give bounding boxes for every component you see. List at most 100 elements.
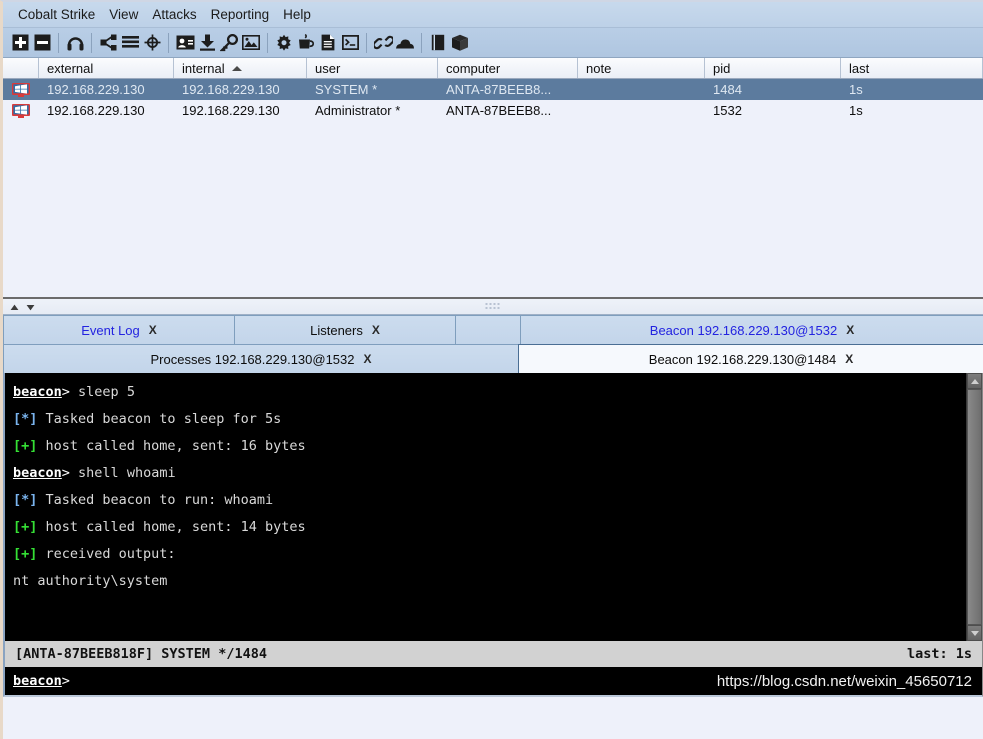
- tab-close-icon[interactable]: X: [372, 323, 380, 337]
- column-header-last[interactable]: last: [841, 58, 983, 78]
- menu-item-attacks[interactable]: Attacks: [145, 5, 203, 24]
- column-header-external[interactable]: external: [39, 58, 174, 78]
- beacon-command-bar[interactable]: beacon > https://blog.csdn.net/weixin_456…: [3, 667, 983, 697]
- status-target-label: [ANTA-87BEEB818F] SYSTEM */1484: [15, 646, 267, 662]
- add-listener-icon[interactable]: [9, 32, 31, 54]
- script-console-icon[interactable]: [339, 32, 361, 54]
- console-line: nt authority\system: [13, 568, 966, 595]
- column-header-computer[interactable]: computer: [438, 58, 578, 78]
- downloads-icon[interactable]: [196, 32, 218, 54]
- column-header-label: last: [849, 60, 870, 76]
- console-line: [+] host called home, sent: 14 bytes: [13, 514, 966, 541]
- tab-filler[interactable]: [455, 315, 521, 344]
- table-row[interactable]: 192.168.229.130 192.168.229.130 SYSTEM *…: [3, 79, 983, 100]
- console-line-text: host called home, sent: 16 bytes: [37, 438, 306, 454]
- tab-label: Beacon 192.168.229.130@1532: [649, 322, 838, 338]
- headset-icon[interactable]: [64, 32, 86, 54]
- cell-pid: 1532: [713, 103, 742, 118]
- console-output[interactable]: beacon> sleep 5 [*] Tasked beacon to sle…: [5, 373, 966, 641]
- column-header-icon[interactable]: [3, 58, 39, 78]
- column-header-label: external: [47, 60, 94, 76]
- tab-label: Beacon 192.168.229.130@1484: [648, 351, 837, 367]
- console-tag-ok: [+]: [13, 519, 38, 535]
- targets-icon[interactable]: [141, 32, 163, 54]
- console-tag-ok: [+]: [13, 546, 38, 562]
- console-line-text: Tasked beacon to sleep for 5s: [37, 411, 282, 427]
- tab-beacon-1532[interactable]: Beacon 192.168.229.130@1532 X: [520, 315, 983, 344]
- settings-gear-icon[interactable]: [273, 32, 295, 54]
- console-prompt: beacon: [13, 384, 62, 400]
- cell-last: 1s: [849, 103, 863, 118]
- book-icon[interactable]: [427, 32, 449, 54]
- credentials-icon[interactable]: [174, 32, 196, 54]
- tab-label: Event Log: [81, 322, 140, 338]
- console-prompt-caret: >: [61, 465, 70, 481]
- menu-item-reporting[interactable]: Reporting: [204, 5, 277, 24]
- tab-row-1: Event Log X Listeners X Beacon 192.168.2…: [3, 315, 983, 344]
- console-line-text: shell whoami: [69, 465, 176, 481]
- tab-beacon-1484[interactable]: Beacon 192.168.229.130@1484 X: [518, 344, 983, 373]
- scroll-down-button[interactable]: [967, 625, 982, 641]
- tab-close-icon[interactable]: X: [364, 352, 372, 366]
- column-header-label: user: [315, 60, 341, 76]
- console-prompt-caret: >: [61, 384, 70, 400]
- cube-icon[interactable]: [449, 32, 471, 54]
- scrollbar-thumb[interactable]: [967, 389, 982, 625]
- column-header-user[interactable]: user: [307, 58, 438, 78]
- cell-internal: 192.168.229.130: [182, 103, 280, 118]
- toolbar-separator: [366, 32, 367, 53]
- session-table-icon[interactable]: [119, 32, 141, 54]
- remove-listener-icon[interactable]: [31, 32, 53, 54]
- tab-listeners[interactable]: Listeners X: [234, 315, 456, 344]
- toolbar-separator: [58, 32, 59, 53]
- link-icon[interactable]: [372, 32, 394, 54]
- cell-last: 1s: [849, 82, 863, 97]
- toolbar: [3, 28, 983, 58]
- column-header-pid[interactable]: pid: [705, 58, 841, 78]
- console-line: [+] host called home, sent: 16 bytes: [13, 433, 966, 460]
- toolbar-separator: [168, 32, 169, 53]
- tab-close-icon[interactable]: X: [845, 352, 853, 366]
- tab-event-log[interactable]: Event Log X: [3, 315, 235, 344]
- menu-item-cobalt-strike[interactable]: Cobalt Strike: [11, 5, 102, 24]
- windows-host-icon: [3, 103, 39, 119]
- cloud-icon[interactable]: [394, 32, 416, 54]
- panel-splitter[interactable]: [3, 299, 983, 315]
- splitter-collapse-up-icon[interactable]: [10, 298, 19, 316]
- menu-item-help[interactable]: Help: [276, 5, 318, 24]
- splitter-grip[interactable]: [485, 303, 501, 310]
- toolbar-separator: [267, 32, 268, 53]
- tab-close-icon[interactable]: X: [846, 323, 854, 337]
- console-tag-info: [*]: [13, 411, 38, 427]
- tab-close-icon[interactable]: X: [149, 323, 157, 337]
- console-line-text: host called home, sent: 14 bytes: [37, 519, 306, 535]
- tab-processes-1532[interactable]: Processes 192.168.229.130@1532 X: [3, 344, 519, 373]
- console-prompt: beacon: [13, 465, 62, 481]
- keystrokes-icon[interactable]: [218, 32, 240, 54]
- column-header-note[interactable]: note: [578, 58, 705, 78]
- column-header-label: internal: [182, 60, 225, 76]
- cell-internal: 192.168.229.130: [182, 82, 280, 97]
- console-scrollbar[interactable]: [966, 373, 982, 641]
- splitter-collapse-down-icon[interactable]: [26, 298, 35, 316]
- scrollbar-track[interactable]: [967, 389, 982, 625]
- console-line-text: sleep 5: [69, 384, 135, 400]
- sessions-table: external internal user computer note pid…: [3, 58, 983, 299]
- tab-label: Processes 192.168.229.130@1532: [150, 351, 355, 367]
- screenshots-icon[interactable]: [240, 32, 262, 54]
- document-icon[interactable]: [317, 32, 339, 54]
- console-tag-info: [*]: [13, 492, 38, 508]
- tab-row-2: Processes 192.168.229.130@1532 X Beacon …: [3, 344, 983, 373]
- menu-item-view[interactable]: View: [102, 5, 145, 24]
- input-prompt: beacon: [13, 673, 62, 689]
- share-graph-icon[interactable]: [97, 32, 119, 54]
- toolbar-separator: [421, 32, 422, 53]
- toolbar-separator: [91, 32, 92, 53]
- cell-computer: ANTA-87BEEB8...: [446, 82, 552, 97]
- scroll-up-button[interactable]: [967, 373, 982, 389]
- table-row[interactable]: 192.168.229.130 192.168.229.130 Administ…: [3, 100, 983, 121]
- tab-strip: Event Log X Listeners X Beacon 192.168.2…: [3, 315, 983, 373]
- column-header-internal[interactable]: internal: [174, 58, 307, 78]
- console-tag-ok: [+]: [13, 438, 38, 454]
- coffee-icon[interactable]: [295, 32, 317, 54]
